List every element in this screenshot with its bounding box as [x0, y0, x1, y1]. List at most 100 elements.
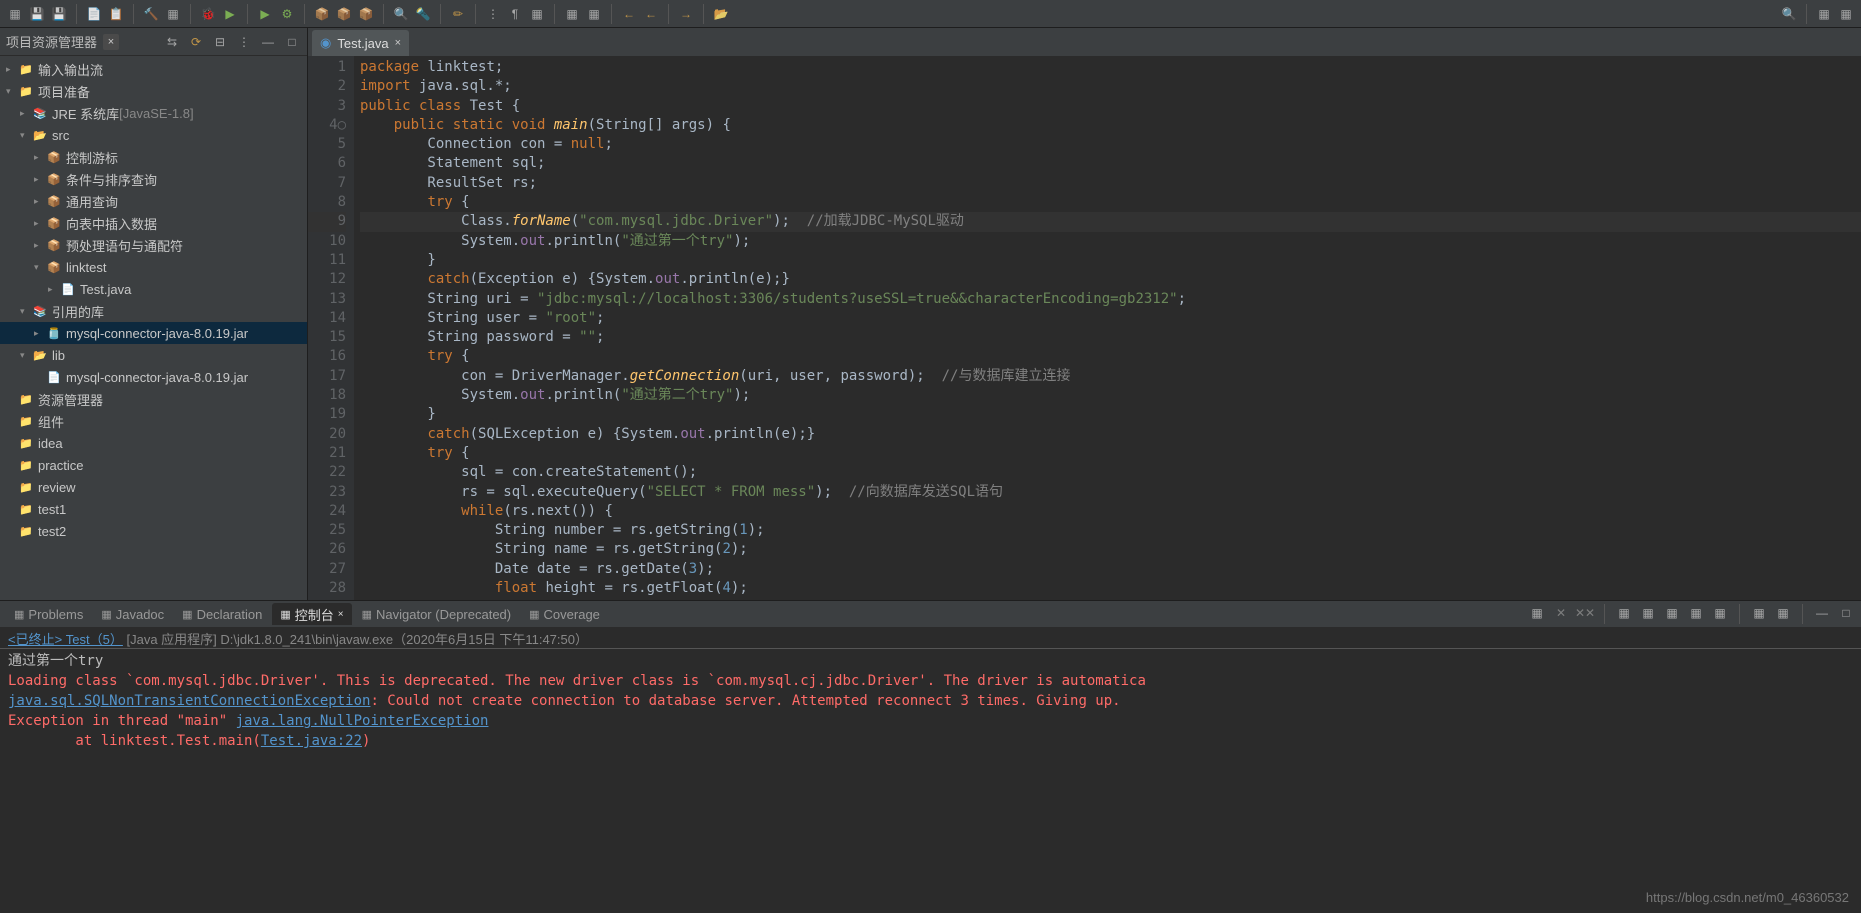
tree-item[interactable]: ▸🫙mysql-connector-java-8.0.19.jar: [0, 322, 307, 344]
fwd-icon[interactable]: ←: [642, 5, 660, 23]
max-icon[interactable]: □: [283, 33, 301, 51]
tool-icon[interactable]: 💾: [28, 5, 46, 23]
tree-item[interactable]: 📁资源管理器: [0, 388, 307, 410]
tool-icon[interactable]: ▦: [6, 5, 24, 23]
tool-icon[interactable]: ▦: [1774, 604, 1792, 622]
tree-item[interactable]: ▾📚引用的库: [0, 300, 307, 322]
close-icon[interactable]: ×: [395, 37, 401, 49]
bottom-tab[interactable]: ▦Coverage: [521, 603, 608, 625]
expand-arrow-icon[interactable]: [6, 482, 16, 492]
tool-icon[interactable]: ▦: [528, 5, 546, 23]
tree-item[interactable]: ▾📂lib: [0, 344, 307, 366]
terminated-link[interactable]: <已终止> Test（5）: [8, 632, 123, 647]
expand-arrow-icon[interactable]: [34, 372, 44, 382]
tool-icon[interactable]: 📦: [357, 5, 375, 23]
expand-arrow-icon[interactable]: ▸: [6, 64, 16, 74]
remove-all-icon[interactable]: ✕✕: [1576, 604, 1594, 622]
expand-arrow-icon[interactable]: ▾: [34, 262, 44, 272]
perspective-icon[interactable]: ▦: [1815, 5, 1833, 23]
debug-icon[interactable]: 🐞: [199, 5, 217, 23]
tree-item[interactable]: ▸📦预处理语句与通配符: [0, 234, 307, 256]
tool-icon[interactable]: ▦: [1663, 604, 1681, 622]
expand-arrow-icon[interactable]: ▸: [34, 196, 44, 206]
tree-item[interactable]: ▸📄Test.java: [0, 278, 307, 300]
tool-icon[interactable]: ⋮: [484, 5, 502, 23]
tree-item[interactable]: 📁test1: [0, 498, 307, 520]
tool-icon[interactable]: ✏: [449, 5, 467, 23]
expand-arrow-icon[interactable]: ▸: [34, 328, 44, 338]
expand-arrow-icon[interactable]: ▸: [48, 284, 58, 294]
tool-icon[interactable]: ▦: [1750, 604, 1768, 622]
tree-item[interactable]: 📁idea: [0, 432, 307, 454]
expand-arrow-icon[interactable]: ▾: [6, 86, 16, 96]
tool-icon[interactable]: ¶: [506, 5, 524, 23]
tool-icon[interactable]: ▦: [1639, 604, 1657, 622]
expand-arrow-icon[interactable]: ▾: [20, 306, 30, 316]
expand-arrow-icon[interactable]: ▾: [20, 350, 30, 360]
tool-icon[interactable]: 📂: [712, 5, 730, 23]
tree-item[interactable]: 📁test2: [0, 520, 307, 542]
tree-item[interactable]: ▸📁输入输出流: [0, 58, 307, 80]
tree-item[interactable]: 📁组件: [0, 410, 307, 432]
expand-arrow-icon[interactable]: ▸: [34, 218, 44, 228]
bottom-tab[interactable]: ▦Problems: [6, 603, 91, 625]
remove-icon[interactable]: ✕: [1552, 604, 1570, 622]
code-body[interactable]: package linktest;import java.sql.*;publi…: [354, 56, 1861, 600]
perspective-icon[interactable]: ▦: [1837, 5, 1855, 23]
min-icon[interactable]: —: [259, 33, 277, 51]
tree-item[interactable]: ▸📦条件与排序查询: [0, 168, 307, 190]
tool-icon[interactable]: ▦: [164, 5, 182, 23]
tool-icon[interactable]: 🔨: [142, 5, 160, 23]
close-icon[interactable]: ×: [338, 609, 344, 620]
tree-item[interactable]: ▸📦控制游标: [0, 146, 307, 168]
tool-icon[interactable]: 📦: [313, 5, 331, 23]
tree-item[interactable]: ▾📦linktest: [0, 256, 307, 278]
expand-arrow-icon[interactable]: [6, 460, 16, 470]
bottom-tab[interactable]: ▦Declaration: [174, 603, 270, 625]
tool-icon[interactable]: 🔍: [392, 5, 410, 23]
tool-icon[interactable]: ▦: [585, 5, 603, 23]
tool-icon[interactable]: ▦: [563, 5, 581, 23]
min-icon[interactable]: —: [1813, 604, 1831, 622]
expand-arrow-icon[interactable]: [6, 504, 16, 514]
close-icon[interactable]: ×: [103, 34, 119, 50]
code-editor[interactable]: 1234○56789101112131415161718192021222324…: [308, 56, 1861, 600]
tree-item[interactable]: ▸📦通用查询: [0, 190, 307, 212]
expand-arrow-icon[interactable]: [6, 416, 16, 426]
expand-arrow-icon[interactable]: ▸: [20, 108, 30, 118]
max-icon[interactable]: □: [1837, 604, 1855, 622]
back-icon[interactable]: ←: [620, 5, 638, 23]
bottom-tab[interactable]: ▦Navigator (Deprecated): [354, 603, 520, 625]
tree-item[interactable]: ▾📂src: [0, 124, 307, 146]
tool-icon[interactable]: 📄: [85, 5, 103, 23]
tool-icon[interactable]: 🔦: [414, 5, 432, 23]
tree-item[interactable]: 📄mysql-connector-java-8.0.19.jar: [0, 366, 307, 388]
run-ext-icon[interactable]: ▶: [256, 5, 274, 23]
tree-item[interactable]: ▾📁项目准备: [0, 80, 307, 102]
expand-arrow-icon[interactable]: ▾: [20, 130, 30, 140]
tool-icon[interactable]: 📋: [107, 5, 125, 23]
expand-arrow-icon[interactable]: ▸: [34, 240, 44, 250]
next-icon[interactable]: →: [677, 5, 695, 23]
expand-arrow-icon[interactable]: ▸: [34, 152, 44, 162]
filter-icon[interactable]: ⟳: [187, 33, 205, 51]
bottom-tab[interactable]: ▦控制台 ×: [272, 603, 351, 625]
tool-icon[interactable]: ▦: [1615, 604, 1633, 622]
tree-item[interactable]: 📁review: [0, 476, 307, 498]
collapse-icon[interactable]: ⊟: [211, 33, 229, 51]
tree[interactable]: ▸📁输入输出流▾📁项目准备▸📚JRE 系统库 [JavaSE-1.8]▾📂src…: [0, 56, 307, 600]
expand-arrow-icon[interactable]: [6, 526, 16, 536]
tree-item[interactable]: 📁practice: [0, 454, 307, 476]
bottom-tab[interactable]: ▦Javadoc: [93, 603, 172, 625]
expand-arrow-icon[interactable]: ▸: [34, 174, 44, 184]
tool-icon[interactable]: 💾: [50, 5, 68, 23]
link-editor-icon[interactable]: ⇆: [163, 33, 181, 51]
run-icon[interactable]: ▶: [221, 5, 239, 23]
expand-arrow-icon[interactable]: [6, 438, 16, 448]
tool-icon[interactable]: ⚙: [278, 5, 296, 23]
tool-icon[interactable]: ▦: [1528, 604, 1546, 622]
tree-item[interactable]: ▸📦向表中插入数据: [0, 212, 307, 234]
tree-item[interactable]: ▸📚JRE 系统库 [JavaSE-1.8]: [0, 102, 307, 124]
tool-icon[interactable]: 📦: [335, 5, 353, 23]
tool-icon[interactable]: ▦: [1711, 604, 1729, 622]
